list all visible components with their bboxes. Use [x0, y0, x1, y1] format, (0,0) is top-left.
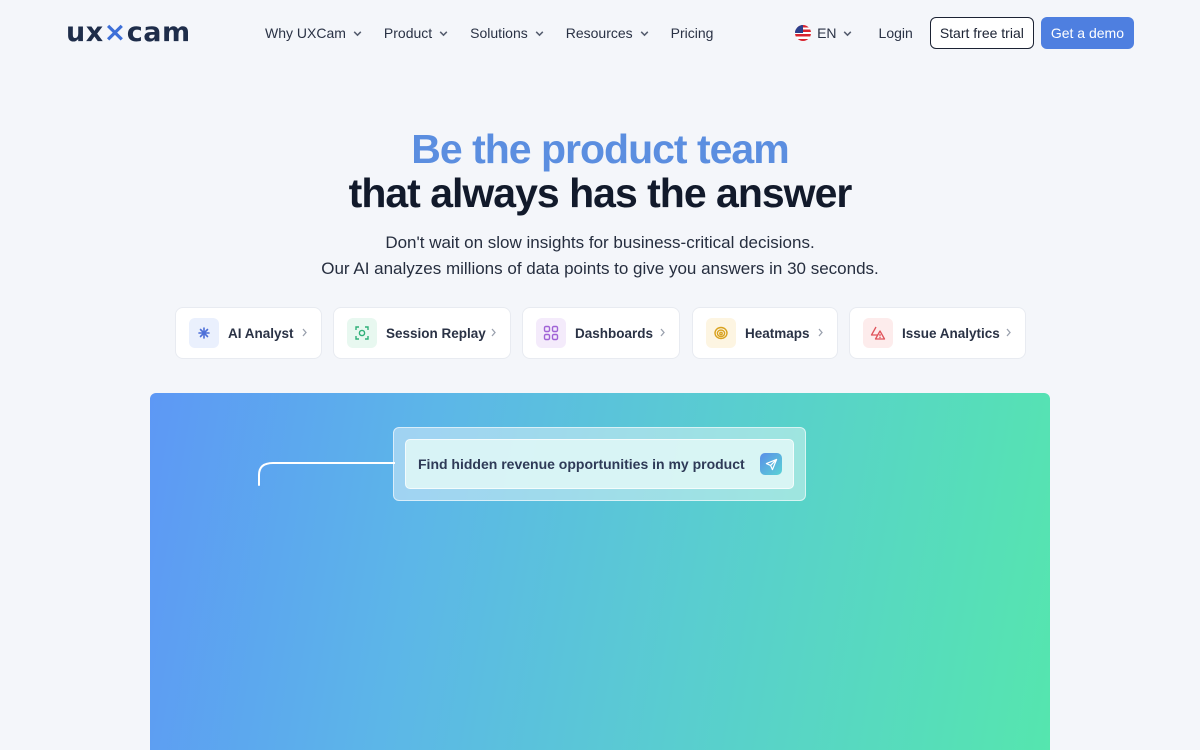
feature-pills: AI Analyst Session Replay Dashboards Hea…: [0, 307, 1200, 359]
chevron-right-icon: [818, 328, 823, 337]
hero-title-highlight: Be the product team: [411, 126, 789, 172]
feature-label: AI Analyst: [228, 325, 294, 341]
feature-label: Session Replay: [386, 325, 486, 341]
feature-session-replay[interactable]: Session Replay: [333, 307, 511, 359]
feature-ai-analyst[interactable]: AI Analyst: [175, 307, 322, 359]
chevron-down-icon: [439, 30, 448, 36]
heatmap-icon: [706, 318, 736, 348]
chevron-down-icon: [535, 30, 544, 36]
login-link[interactable]: Login: [879, 25, 913, 41]
menu-label: Pricing: [670, 25, 714, 41]
menu-label: Why UXCam: [265, 25, 346, 41]
menu-label: Solutions: [470, 25, 528, 41]
warning-icon: [863, 318, 893, 348]
chevron-right-icon: [1006, 328, 1011, 337]
chevron-right-icon: [302, 328, 307, 337]
ai-prompt-input[interactable]: Find hidden revenue opportunities in my …: [405, 439, 794, 489]
send-icon[interactable]: [760, 453, 782, 475]
chevron-down-icon: [353, 30, 362, 36]
chevron-down-icon: [843, 30, 851, 36]
sparkle-icon: [189, 318, 219, 348]
menu-resources[interactable]: Resources: [566, 25, 650, 41]
menu-label: Product: [383, 25, 433, 41]
grid-icon: [536, 318, 566, 348]
menu-solutions[interactable]: Solutions: [470, 25, 545, 41]
language-label: EN: [817, 25, 837, 41]
get-a-demo-button[interactable]: Get a demo: [1040, 17, 1134, 49]
menu-product[interactable]: Product: [384, 25, 449, 41]
top-navigation: ux×cam Why UXCam Product Solutions Resou…: [0, 0, 1200, 66]
logo-wordmark: ux×cam: [66, 17, 191, 48]
hero-subtitle-line: Don't wait on slow insights for business…: [385, 233, 815, 252]
nav-actions: EN Login Start free trial Get a demo: [795, 17, 1134, 49]
feature-label: Dashboards: [575, 325, 654, 341]
language-selector[interactable]: EN: [795, 25, 852, 41]
connector-line: [258, 462, 395, 486]
ai-prompt-card: Find hidden revenue opportunities in my …: [393, 427, 806, 501]
hero-subtitle-line: Our AI analyzes millions of data points …: [321, 259, 879, 278]
hero-title: that always has the answer: [348, 170, 853, 216]
menu-pricing[interactable]: Pricing: [671, 25, 714, 41]
feature-label: Issue Analytics: [902, 325, 1000, 341]
hero-subtitle: Don't wait on slow insights for business…: [0, 230, 1200, 282]
ai-prompt-text: Find hidden revenue opportunities in my …: [418, 456, 745, 472]
main-menu: Why UXCam Product Solutions Resources Pr…: [265, 22, 734, 44]
menu-label: Resources: [565, 25, 633, 41]
chevron-right-icon: [491, 328, 496, 337]
feature-heatmaps[interactable]: Heatmaps: [692, 307, 838, 359]
chevron-right-icon: [660, 328, 665, 337]
ai-demo-panel: Find hidden revenue opportunities in my …: [150, 393, 1050, 750]
menu-why-uxcam[interactable]: Why UXCam: [265, 25, 363, 41]
focus-icon: [347, 318, 377, 348]
feature-dashboards[interactable]: Dashboards: [522, 307, 680, 359]
uxcam-logo[interactable]: ux×cam: [66, 17, 191, 48]
feature-issue-analytics[interactable]: Issue Analytics: [849, 307, 1026, 359]
chevron-down-icon: [640, 30, 649, 36]
start-free-trial-button[interactable]: Start free trial: [929, 17, 1034, 49]
us-flag-icon: [795, 25, 812, 41]
feature-label: Heatmaps: [745, 325, 810, 341]
